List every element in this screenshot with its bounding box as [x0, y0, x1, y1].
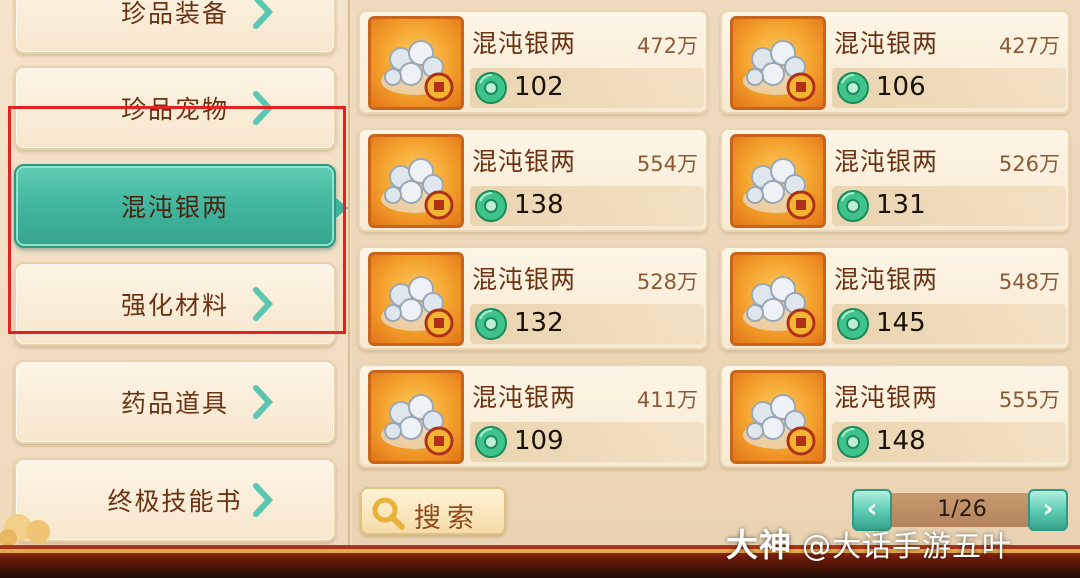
listing-card[interactable]: 混沌银两 472万 102	[358, 10, 708, 114]
silver-ingots-icon	[368, 370, 464, 464]
item-price: 132	[514, 308, 564, 338]
silver-ingots-icon	[368, 252, 464, 346]
category-label: 药品道具	[120, 389, 229, 418]
listing-card[interactable]: 混沌银两 555万 148	[720, 364, 1070, 468]
listing-card[interactable]: 混沌银两 528万 132	[358, 246, 708, 350]
category-label: 珍品装备	[120, 0, 229, 28]
watermark-handle: @大话手游五叶	[802, 529, 1013, 563]
item-amount: 554万	[636, 152, 698, 176]
item-price: 102	[514, 72, 564, 102]
category-medicine-items[interactable]: 药品道具	[14, 360, 336, 444]
item-amount: 548万	[998, 270, 1060, 294]
jade-coin-icon	[475, 426, 507, 458]
item-amount: 555万	[998, 388, 1060, 412]
jade-coin-icon	[837, 308, 869, 340]
item-amount: 528万	[636, 270, 698, 294]
item-amount: 472万	[636, 34, 698, 58]
item-name: 混沌银两	[834, 383, 939, 412]
price-row: 102	[470, 68, 704, 108]
category-label: 混沌银两	[120, 193, 229, 222]
jade-coin-icon	[837, 72, 869, 104]
item-price: 148	[876, 426, 926, 456]
listing-card[interactable]: 混沌银两 548万 145	[720, 246, 1070, 350]
item-price: 145	[876, 308, 926, 338]
category-label: 珍品宠物	[120, 95, 229, 124]
chevron-right-icon	[253, 385, 274, 419]
item-price: 106	[876, 72, 926, 102]
item-name: 混沌银两	[834, 265, 939, 294]
price-row: 131	[832, 186, 1066, 226]
chevron-right-icon	[253, 483, 274, 517]
item-name: 混沌银两	[834, 147, 939, 176]
category-chaos-silver[interactable]: 混沌银两	[14, 164, 336, 248]
item-name: 混沌银两	[834, 29, 939, 58]
chevron-right-icon	[253, 287, 274, 321]
next-page-button[interactable]: ›	[1028, 489, 1068, 531]
jade-coin-icon	[475, 72, 507, 104]
chevron-right-icon	[253, 91, 274, 125]
silver-ingots-icon	[368, 134, 464, 228]
search-button[interactable]: 搜索	[360, 487, 506, 535]
silver-ingots-icon	[730, 370, 826, 464]
category-enhancement-materials[interactable]: 强化材料	[14, 262, 336, 346]
item-name: 混沌银两	[472, 147, 577, 176]
category-label: 强化材料	[120, 291, 229, 320]
active-indicator	[336, 198, 348, 218]
price-row: 106	[832, 68, 1066, 108]
item-amount: 411万	[636, 388, 698, 412]
watermark: 大神 @大话手游五叶	[726, 520, 1012, 566]
category-precious-pets[interactable]: 珍品宠物	[14, 66, 336, 150]
silver-ingots-icon	[730, 16, 826, 110]
listing-card[interactable]: 混沌银两 411万 109	[358, 364, 708, 468]
silver-ingots-icon	[368, 16, 464, 110]
listing-card[interactable]: 混沌银两 427万 106	[720, 10, 1070, 114]
silver-ingots-icon	[730, 252, 826, 346]
search-label: 搜索	[414, 503, 480, 534]
jade-coin-icon	[837, 190, 869, 222]
item-amount: 427万	[998, 34, 1060, 58]
price-row: 132	[470, 304, 704, 344]
price-row: 148	[832, 422, 1066, 462]
category-precious-equipment[interactable]: 珍品装备	[14, 0, 336, 54]
price-row: 145	[832, 304, 1066, 344]
item-price: 131	[876, 190, 926, 220]
listing-card[interactable]: 混沌银两 554万 138	[358, 128, 708, 232]
jade-coin-icon	[475, 190, 507, 222]
silver-ingots-icon	[730, 134, 826, 228]
listing-card[interactable]: 混沌银两 526万 131	[720, 128, 1070, 232]
cloud-ornament	[0, 514, 50, 547]
chevron-right-icon	[253, 0, 274, 29]
item-amount: 526万	[998, 152, 1060, 176]
item-name: 混沌银两	[472, 29, 577, 58]
category-panel: 珍品装备 珍品宠物 混沌银两 强化材料 药品道具 终极技能书	[0, 0, 350, 547]
jade-coin-icon	[837, 426, 869, 458]
item-price: 138	[514, 190, 564, 220]
category-label: 终极技能书	[107, 487, 243, 516]
jade-coin-icon	[475, 308, 507, 340]
magnifier-icon	[372, 497, 405, 530]
item-price: 109	[514, 426, 564, 456]
price-row: 109	[470, 422, 704, 462]
price-row: 138	[470, 186, 704, 226]
watermark-brand: 大神	[726, 526, 793, 564]
item-name: 混沌银两	[472, 383, 577, 412]
item-name: 混沌银两	[472, 265, 577, 294]
